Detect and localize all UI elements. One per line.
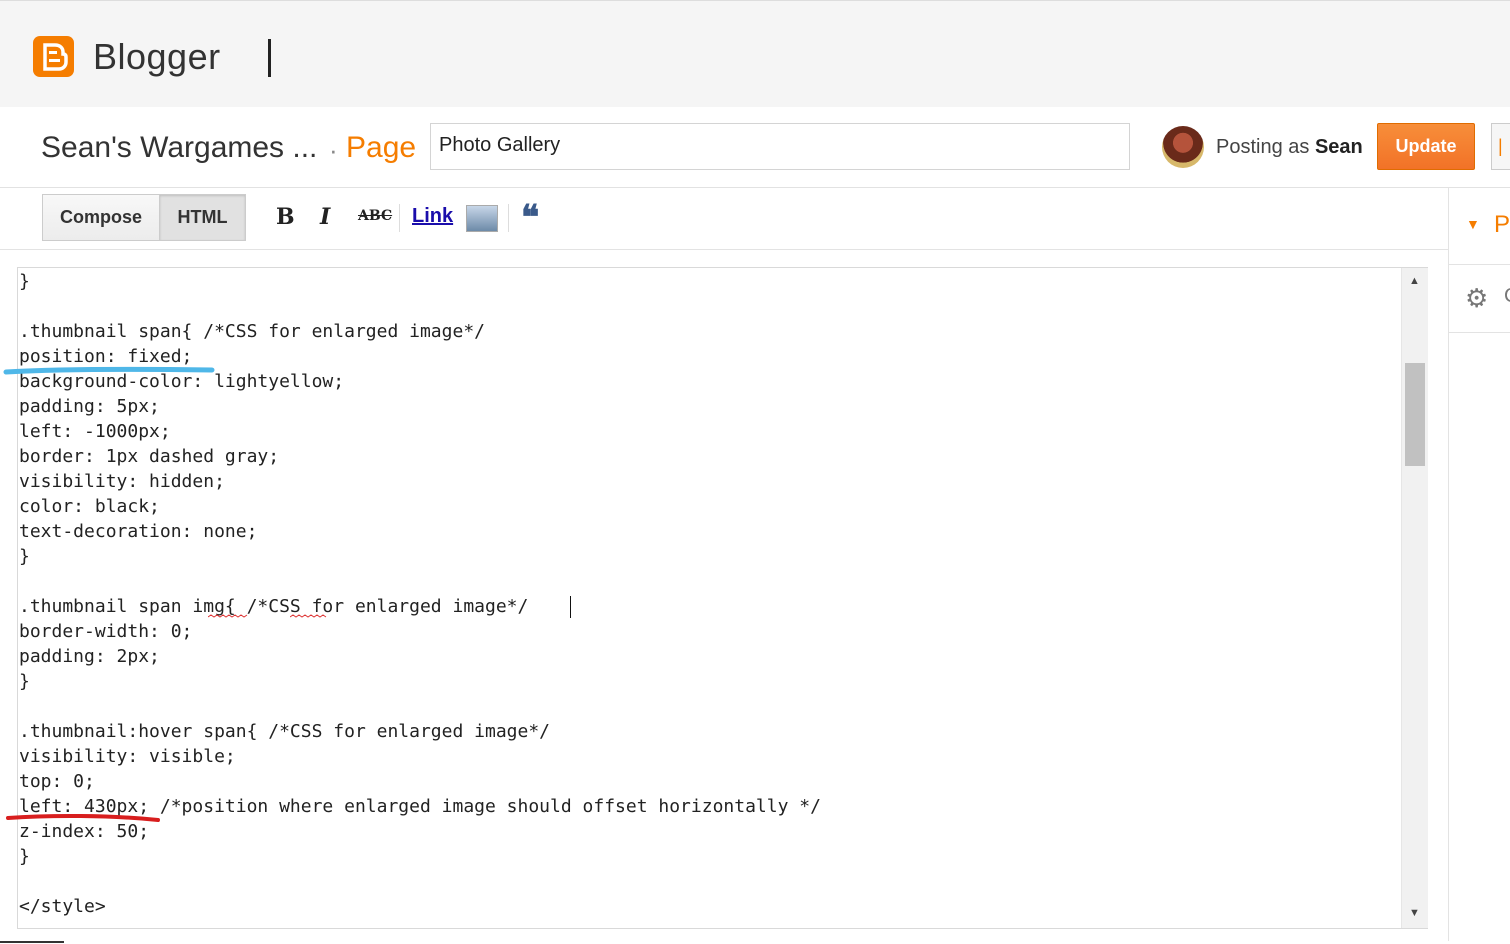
strikethrough-icon[interactable]: ABC	[358, 208, 392, 224]
spellcheck-underline	[290, 614, 327, 618]
header-divider	[268, 39, 271, 77]
code-line: visibility: hidden;	[19, 471, 225, 492]
code-line: text-decoration: none;	[19, 521, 258, 542]
code-line: }	[19, 546, 30, 567]
html-code-editor[interactable]: } .thumbnail span{ /*CSS for enlarged im…	[17, 267, 1428, 929]
code-line: position: fixed;	[19, 346, 193, 367]
code-line: visibility: visible;	[19, 746, 236, 767]
html-mode-button[interactable]: HTML	[159, 194, 246, 241]
posting-as-prefix: Posting as	[1216, 136, 1310, 158]
scroll-up-arrow-icon[interactable]: ▲	[1409, 275, 1420, 287]
code-line: top: 0;	[19, 771, 95, 792]
code-line: left: -1000px;	[19, 421, 171, 442]
sidebar-options-label: C	[1504, 285, 1510, 308]
sidebar-item-label: P	[1494, 211, 1510, 238]
insert-image-icon[interactable]	[466, 205, 498, 232]
quote-icon[interactable]: ❝	[521, 198, 539, 238]
code-line: background-color: lightyellow;	[19, 371, 345, 392]
posting-as-name: Sean	[1314, 136, 1363, 158]
code-line: }	[19, 271, 30, 292]
code-line: .thumbnail span{ /*CSS for enlarged imag…	[19, 321, 485, 342]
toolbar-separator	[508, 204, 509, 232]
preview-button[interactable]: |	[1491, 123, 1510, 170]
blog-title[interactable]: Sean's Wargames ...	[41, 131, 317, 165]
code-line: }	[19, 671, 30, 692]
code-line: padding: 5px;	[19, 396, 160, 417]
posting-as-text: Posting as Sean	[1216, 136, 1363, 159]
code-line: }	[19, 846, 30, 867]
code-line: </style>	[19, 896, 106, 917]
blogger-b-glyph-icon	[43, 43, 68, 71]
gear-icon[interactable]: ⚙	[1465, 283, 1488, 314]
title-separator: ·	[329, 135, 338, 165]
spellcheck-underline	[208, 614, 248, 618]
toolbar-separator	[399, 204, 400, 232]
brand-name: Blogger	[93, 36, 221, 77]
code-line: left: 430px; /*position where enlarged i…	[19, 796, 821, 817]
page-type-label: Page	[346, 131, 417, 164]
code-line: color: black;	[19, 496, 160, 517]
code-line: .thumbnail span img{ /*CSS for enlarged …	[19, 596, 529, 617]
update-button[interactable]: Update	[1377, 123, 1475, 170]
code-line: border-width: 0;	[19, 621, 193, 642]
blogger-header	[0, 0, 1510, 107]
page-title-input[interactable]: Photo Gallery	[430, 123, 1130, 170]
avatar[interactable]	[1162, 126, 1204, 168]
code-line: z-index: 50;	[19, 821, 150, 842]
code-line: border: 1px dashed gray;	[19, 446, 280, 467]
scroll-down-arrow-icon[interactable]: ▼	[1409, 907, 1420, 919]
text-cursor	[570, 596, 571, 618]
italic-icon[interactable]: I	[320, 204, 330, 230]
preview-button-edge-glyph: |	[1498, 136, 1503, 156]
blogger-logo-icon[interactable]	[33, 36, 74, 77]
code-line: padding: 2px;	[19, 646, 160, 667]
link-button[interactable]: Link	[412, 205, 453, 228]
caret-down-icon[interactable]: ▼	[1466, 216, 1480, 232]
bold-icon[interactable]: B	[276, 204, 295, 230]
code-line: .thumbnail:hover span{ /*CSS for enlarge…	[19, 721, 551, 742]
scrollbar-thumb[interactable]	[1405, 363, 1425, 466]
compose-mode-button[interactable]: Compose	[42, 194, 160, 241]
